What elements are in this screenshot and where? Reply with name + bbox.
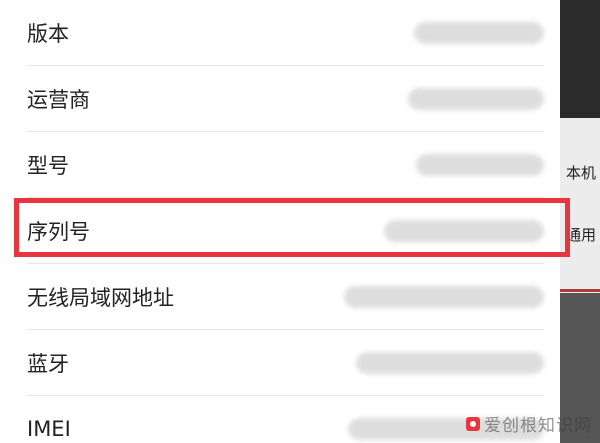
model-row[interactable]: 型号	[0, 132, 560, 198]
bluetooth-value-blurred	[356, 352, 544, 374]
version-label: 版本	[27, 22, 69, 46]
wifi-address-label: 无线局域网地址	[27, 286, 174, 310]
serial-number-highlight-box	[14, 198, 570, 257]
background-label: 本机	[566, 164, 597, 182]
wifi-address-row[interactable]: 无线局域网地址	[0, 264, 560, 330]
background-label: 通用	[566, 226, 597, 244]
version-value-blurred	[414, 22, 544, 44]
carrier-value-blurred	[408, 88, 544, 110]
version-row[interactable]: 版本	[0, 0, 560, 66]
imei-label: IMEI	[27, 417, 71, 441]
watermark-logo-icon	[466, 416, 480, 431]
bluetooth-label: 蓝牙	[27, 352, 69, 376]
model-value-blurred	[416, 154, 544, 176]
bluetooth-row[interactable]: 蓝牙	[0, 330, 560, 396]
watermark-text: 爱创根知识网	[484, 416, 592, 436]
model-label: 型号	[27, 154, 69, 178]
screenshot-stage: 本机 通用 版本 运营商 型号 序列号 无线局域网地址 蓝牙 IMEI 爱创根知…	[0, 0, 600, 443]
site-watermark: 爱创根知识网	[466, 411, 592, 436]
carrier-row[interactable]: 运营商	[0, 66, 560, 132]
wifi-address-value-blurred	[344, 286, 544, 308]
carrier-label: 运营商	[27, 88, 90, 112]
